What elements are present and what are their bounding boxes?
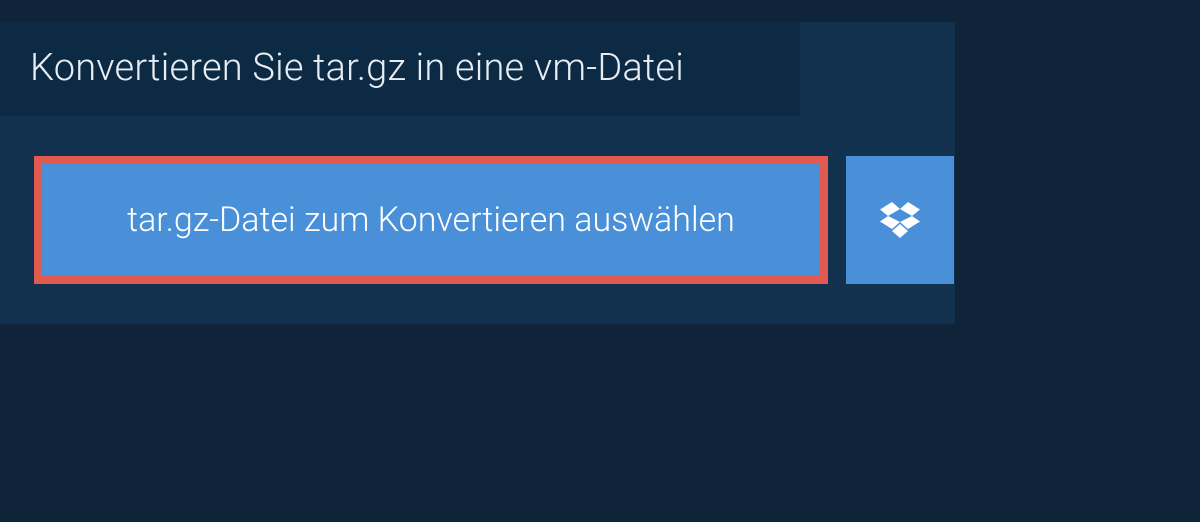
page-title: Konvertieren Sie tar.gz in eine vm-Datei: [30, 46, 770, 90]
action-row: tar.gz-Datei zum Konvertieren auswählen: [34, 156, 955, 284]
converter-panel: Konvertieren Sie tar.gz in eine vm-Datei…: [0, 22, 955, 324]
header: Konvertieren Sie tar.gz in eine vm-Datei: [0, 22, 800, 116]
dropbox-icon: [880, 202, 920, 238]
select-file-button[interactable]: tar.gz-Datei zum Konvertieren auswählen: [34, 156, 828, 284]
select-file-label: tar.gz-Datei zum Konvertieren auswählen: [127, 200, 735, 240]
dropbox-button[interactable]: [846, 156, 954, 284]
